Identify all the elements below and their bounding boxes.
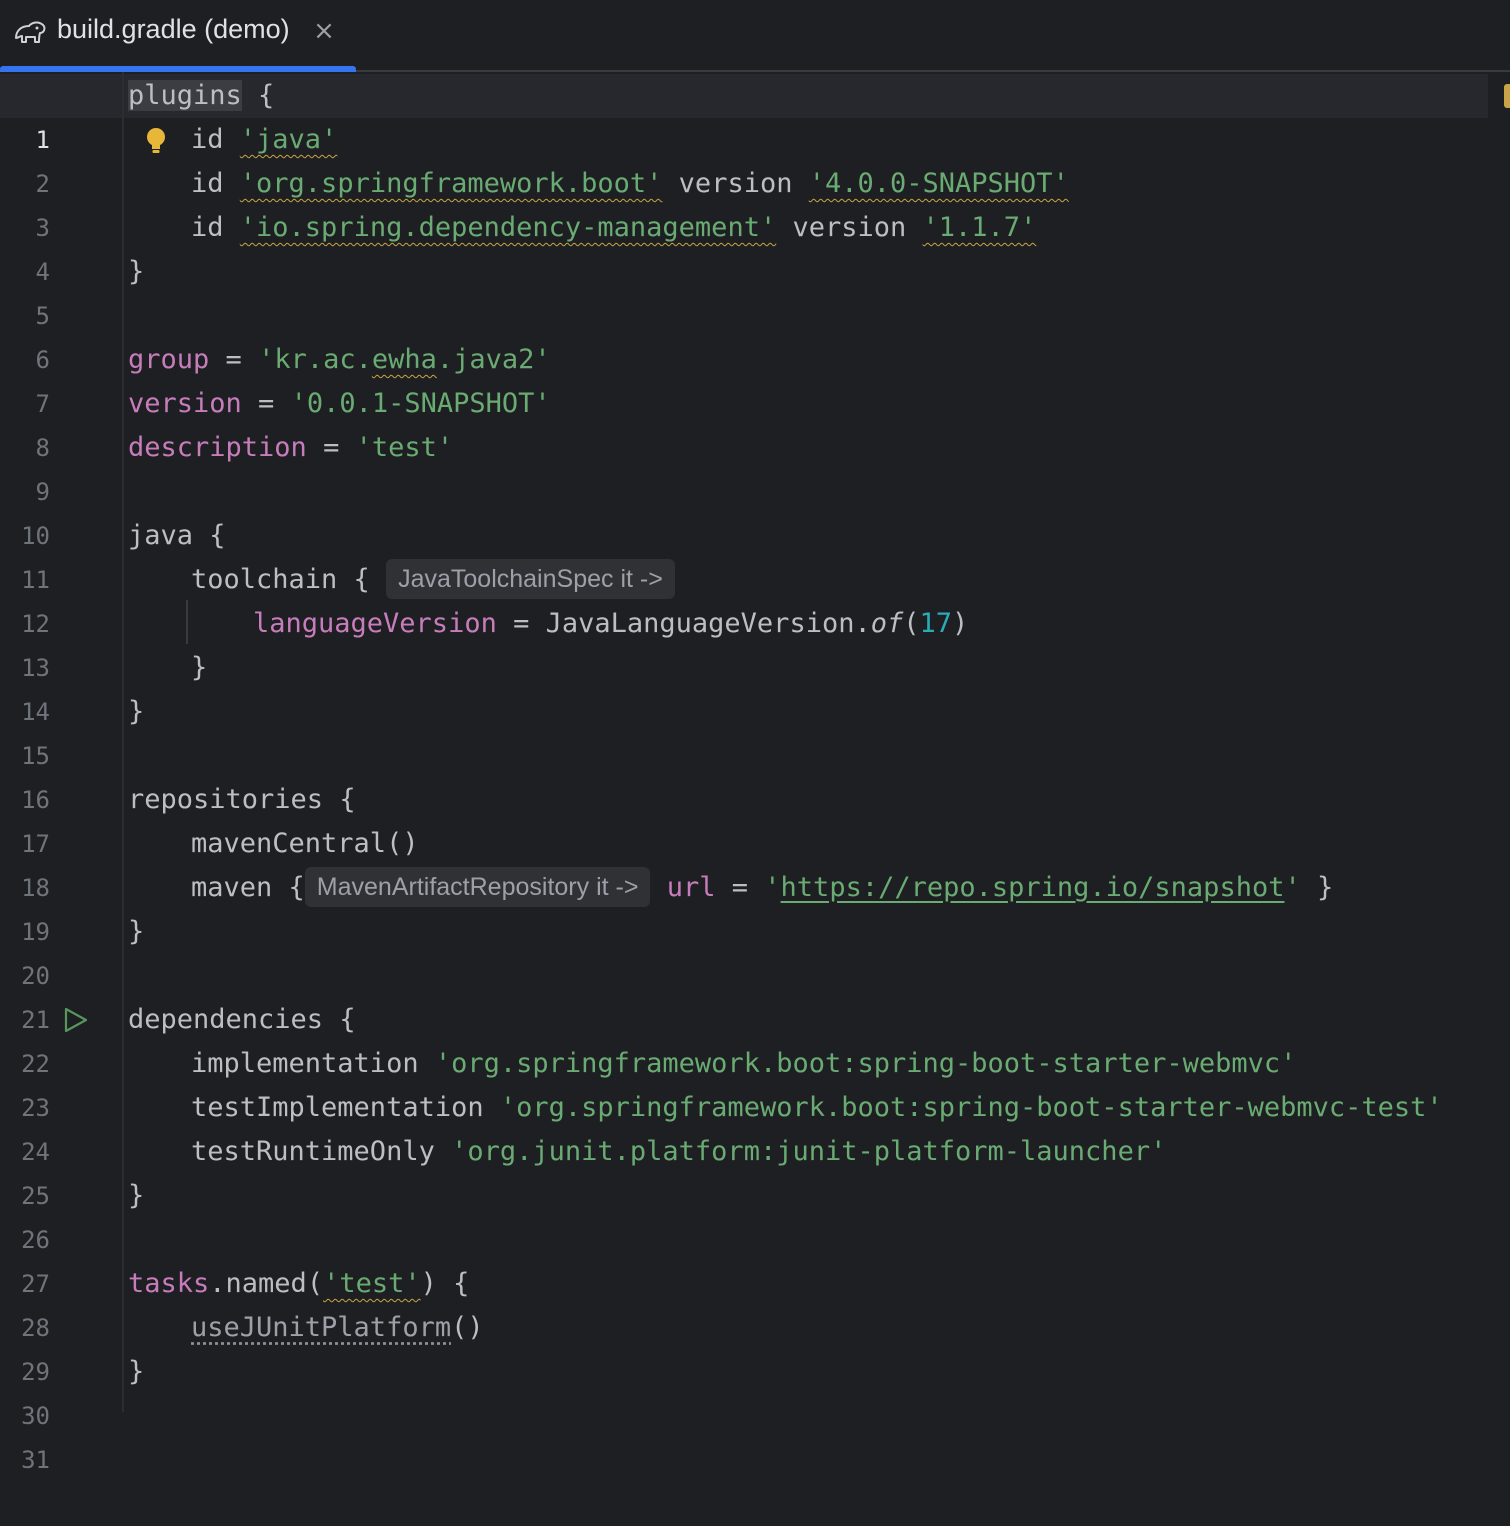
inlay-hint-maven[interactable]: MavenArtifactRepository it -> bbox=[304, 867, 651, 907]
code-line-6: 6 bbox=[0, 294, 1500, 374]
code-line-27: 27 bbox=[0, 1218, 1500, 1298]
editor-tab-bar: build.gradle (demo) × bbox=[0, 0, 1510, 72]
code-line-11: 11 java { bbox=[0, 514, 1500, 594]
line-number: 31 bbox=[21, 1446, 50, 1474]
lightbulb-icon[interactable] bbox=[143, 126, 169, 156]
tab-build-gradle[interactable]: build.gradle (demo) × bbox=[0, 0, 356, 72]
code-line-3: 3 id 'org.springframework.boot' version … bbox=[0, 162, 1500, 242]
gradle-elephant-icon bbox=[15, 21, 46, 43]
code-line-20: 20 } bbox=[0, 910, 1500, 990]
code-line-24: 24 testImplementation 'org.springframewo… bbox=[0, 1086, 1500, 1166]
code-line-26: 26 } bbox=[0, 1174, 1500, 1254]
run-icon[interactable] bbox=[62, 1006, 90, 1034]
code-line-16: 16 bbox=[0, 734, 1500, 814]
code-line-22: 22 dependencies { bbox=[0, 998, 1500, 1078]
code-line-25: 25 testRuntimeOnly 'org.junit.platform:j… bbox=[0, 1130, 1500, 1210]
code-line-29: 29 useJUnitPlatform() bbox=[0, 1306, 1500, 1386]
code-line-18: 18 mavenCentral() bbox=[0, 822, 1500, 902]
code-line-17: 17 repositories { bbox=[0, 778, 1500, 858]
code-line-23: 23 implementation 'org.springframework.b… bbox=[0, 1042, 1500, 1122]
snapshot-repo-link[interactable]: https://repo.spring.io/snapshot bbox=[781, 872, 1285, 903]
code-line-5: 5 } bbox=[0, 250, 1500, 330]
code-line-9: 9 description = 'test' bbox=[0, 426, 1500, 506]
code-line-14: 14 } bbox=[0, 646, 1500, 726]
code-line-21: 21 bbox=[0, 954, 1500, 1034]
tab-title: build.gradle (demo) bbox=[57, 14, 290, 44]
code-line-19: 19 maven {MavenArtifactRepository it -> … bbox=[0, 866, 1500, 946]
code-line-28: 28 tasks.named('test') { bbox=[0, 1262, 1500, 1342]
code-line-10: 10 bbox=[0, 470, 1500, 550]
code-line-30: 30 } bbox=[0, 1350, 1500, 1430]
close-icon[interactable]: × bbox=[311, 14, 337, 48]
code-editor[interactable]: 1 plugins { 2 id 'java' 3 id 'org.spring… bbox=[0, 72, 1510, 1474]
code-line-15: 15 } bbox=[0, 690, 1500, 770]
code-line-31: 31 bbox=[0, 1394, 1500, 1474]
code-line-2: 2 id 'java' bbox=[0, 118, 1500, 198]
warning-stripe-marker[interactable] bbox=[1504, 84, 1510, 108]
code-line-13: 13 languageVersion = JavaLanguageVersion… bbox=[0, 602, 1500, 682]
code-line-12: 12 toolchain { JavaToolchainSpec it -> bbox=[0, 558, 1500, 638]
code-line-1: 1 plugins { bbox=[0, 74, 1500, 154]
code-line-7: 7 group = 'kr.ac.ewha.java2' bbox=[0, 338, 1500, 418]
code-line-8: 8 version = '0.0.1-SNAPSHOT' bbox=[0, 382, 1500, 462]
code-line-4: 4 id 'io.spring.dependency-management' v… bbox=[0, 206, 1500, 286]
inlay-hint-toolchain[interactable]: JavaToolchainSpec it -> bbox=[386, 559, 675, 599]
